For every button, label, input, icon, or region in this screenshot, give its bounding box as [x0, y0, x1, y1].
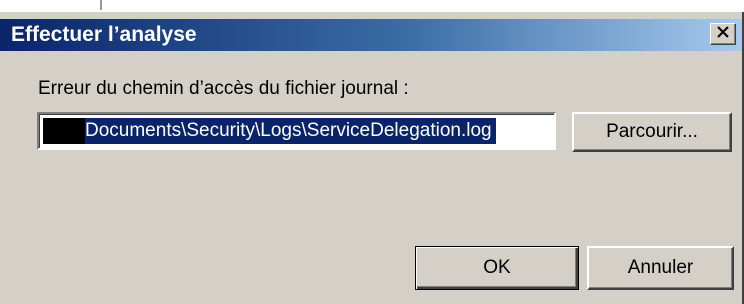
log-path-value[interactable]: Documents\Security\Logs\ServiceDelegatio… — [85, 118, 496, 144]
dialog-title: Effectuer l’analyse — [11, 23, 197, 46]
cancel-button-label: Annuler — [627, 257, 694, 278]
close-button[interactable] — [710, 23, 736, 45]
ok-button-label: OK — [483, 257, 511, 278]
log-path-field[interactable]: Documents\Security\Logs\ServiceDelegatio… — [37, 112, 556, 150]
close-icon — [716, 25, 730, 43]
browse-button-label: Parcourir... — [606, 121, 698, 142]
ok-button[interactable]: OK — [415, 246, 579, 290]
browse-button[interactable]: Parcourir... — [572, 112, 732, 152]
redacted-path-segment — [43, 118, 85, 144]
background-tick — [100, 0, 102, 10]
background-strip — [0, 0, 744, 12]
analysis-dialog: Effectuer l’analyse Erreur du chemin d’a… — [0, 12, 744, 304]
cancel-button[interactable]: Annuler — [587, 246, 734, 290]
title-bar[interactable]: Effectuer l’analyse — [0, 19, 742, 51]
log-path-error-label: Erreur du chemin d’accès du fichier jour… — [38, 78, 409, 99]
